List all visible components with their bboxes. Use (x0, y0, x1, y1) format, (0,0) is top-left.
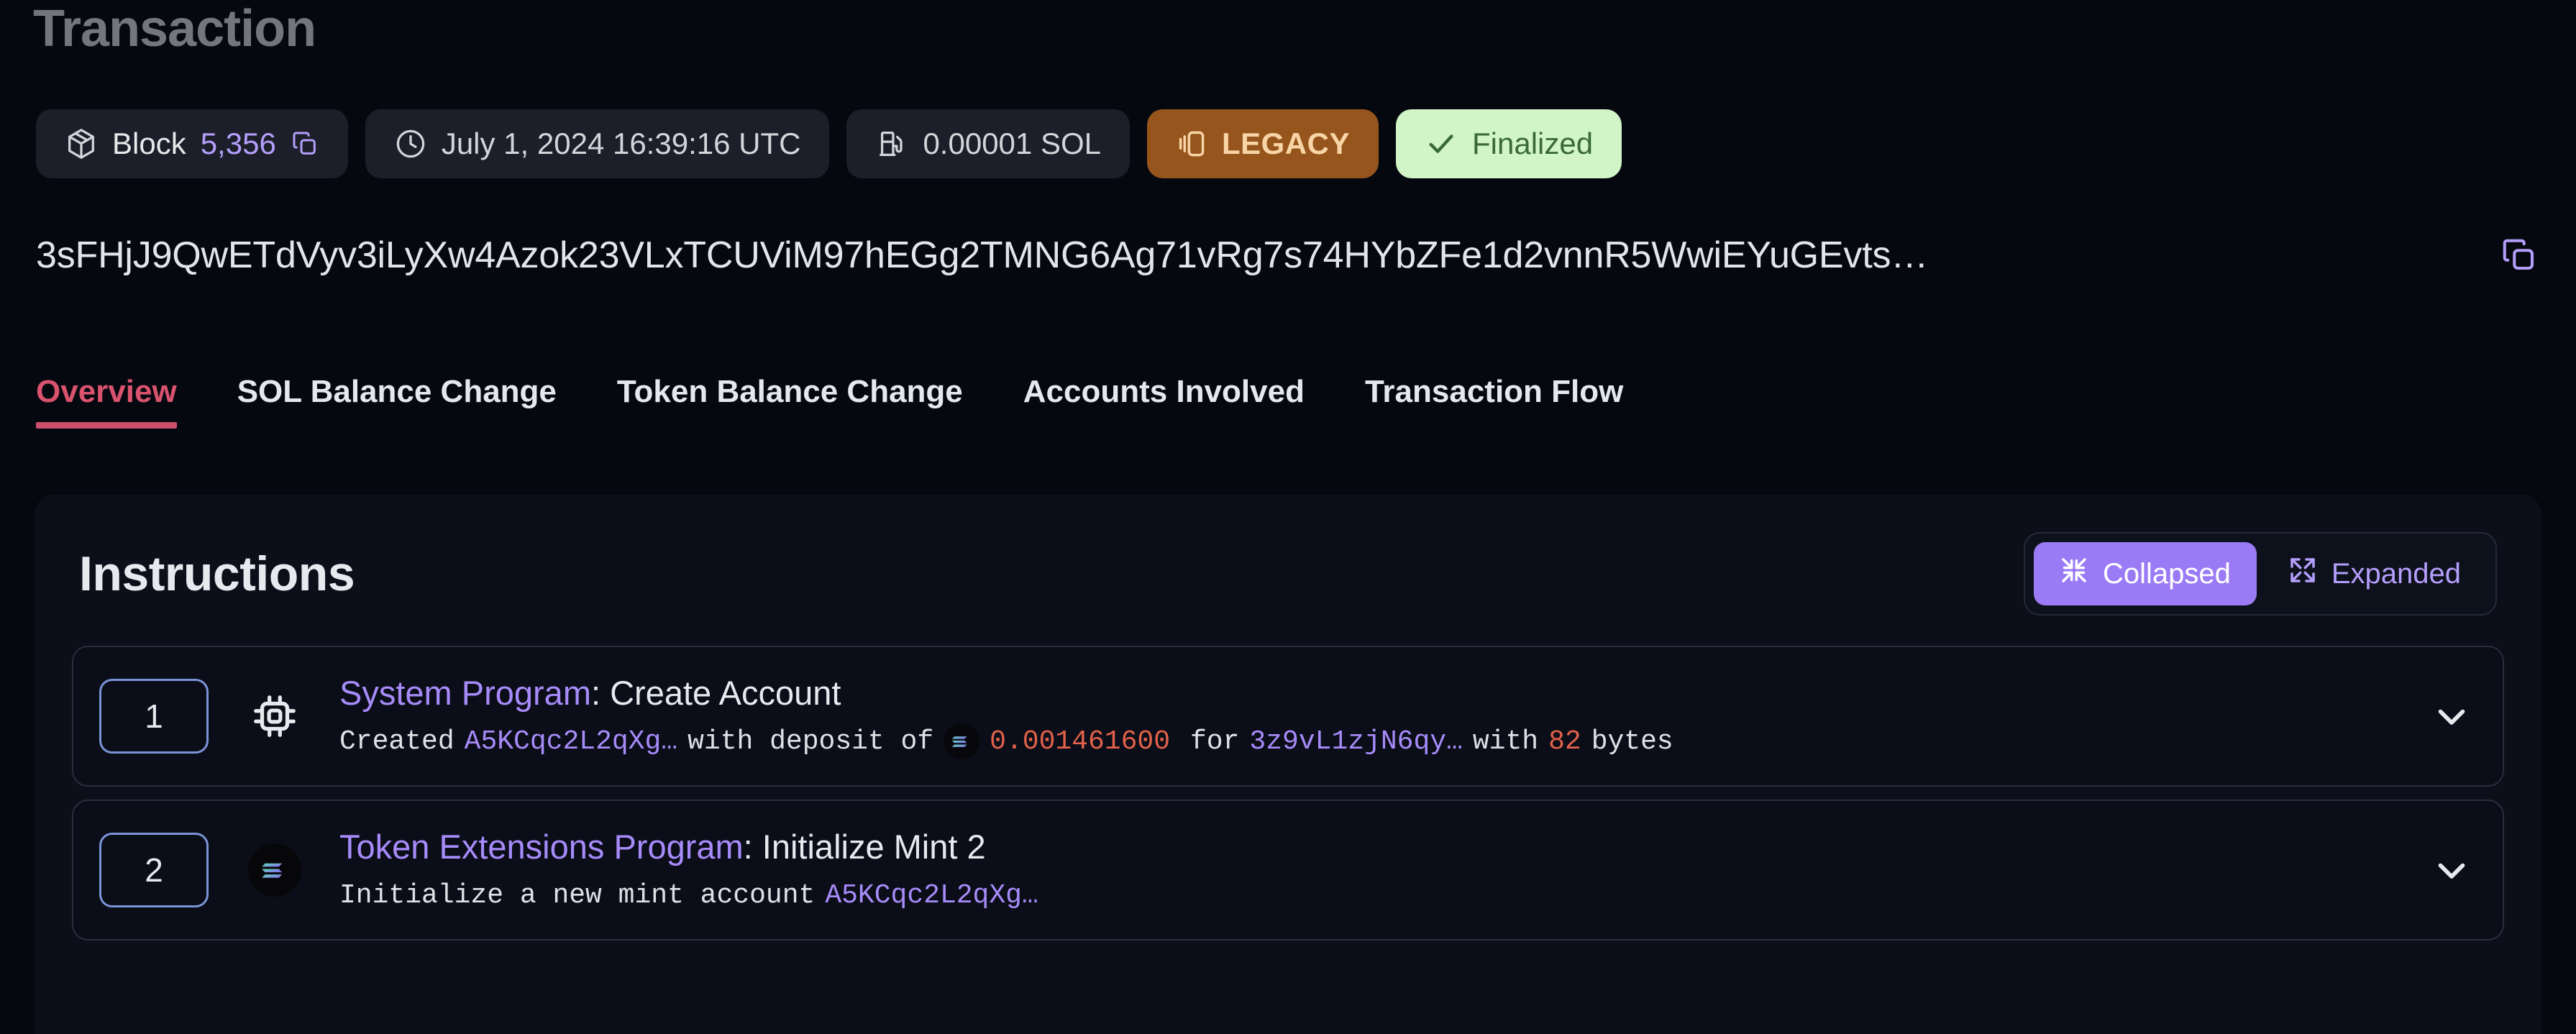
transaction-meta-badges: Block 5,356 July 1, 2024 16:39:16 UTC 0.… (36, 109, 1622, 178)
instruction-description: Created A5KCqc2L2qXg… with deposit of 0.… (339, 723, 2401, 760)
chevron-down-icon[interactable] (2429, 694, 2474, 738)
page-title: Transaction (33, 0, 316, 58)
instruction-row[interactable]: 1 System Program: Create Account Created… (72, 646, 2504, 787)
check-icon (1425, 127, 1458, 160)
gas-pump-icon (875, 127, 908, 160)
desc-text-5: bytes (1591, 726, 1673, 757)
status-badge: Finalized (1396, 109, 1622, 178)
tab-overview[interactable]: Overview (36, 374, 207, 429)
copy-icon[interactable] (2500, 236, 2539, 275)
view-mode-toggle: Collapsed Expanded (2023, 532, 2497, 616)
desc-text-1: Created (339, 726, 455, 757)
desc-address-2[interactable]: 3z9vL1zjN6qy… (1249, 723, 1462, 760)
tab-token-balance-change[interactable]: Token Balance Change (587, 374, 993, 429)
desc-text-1: Initialize a new mint account (339, 879, 816, 911)
tab-transaction-flow[interactable]: Transaction Flow (1335, 374, 1653, 429)
sol-coin-icon (242, 843, 308, 897)
sol-coin-icon (944, 723, 980, 760)
block-value: 5,356 (200, 127, 276, 160)
transaction-page: Transaction Block 5,356 July 1, 2024 16:… (0, 0, 2576, 1034)
collapsed-label: Collapsed (2102, 557, 2231, 590)
timestamp-value: July 1, 2024 16:39:16 UTC (441, 127, 801, 160)
status-value: Finalized (1472, 127, 1594, 160)
collapsed-view-button[interactable]: Collapsed (2033, 542, 2257, 605)
instruction-action: Create Account (610, 673, 841, 712)
program-name: Token Extensions Program (339, 827, 744, 866)
instruction-action: Initialize Mint 2 (762, 827, 986, 866)
block-badge[interactable]: Block 5,356 (36, 109, 348, 178)
clock-icon (394, 127, 427, 160)
expand-icon (2288, 556, 2317, 592)
version-badge: LEGACY (1146, 109, 1379, 178)
desc-address-1[interactable]: A5KCqc2L2qXg… (825, 877, 1038, 914)
desc-text-2: with deposit of (688, 726, 934, 757)
program-name: System Program (339, 673, 591, 712)
instructions-title: Instructions (79, 546, 355, 601)
timestamp-badge: July 1, 2024 16:39:16 UTC (365, 109, 830, 178)
chevron-down-icon[interactable] (2429, 848, 2474, 892)
transaction-tabs: Overview SOL Balance Change Token Balanc… (36, 374, 1653, 429)
instruction-description: Initialize a new mint account A5KCqc2L2q… (339, 877, 2401, 914)
instructions-header: Instructions Collapsed Expanded (35, 495, 2541, 616)
desc-text-4: with (1472, 726, 1539, 757)
desc-bytes-value: 82 (1548, 726, 1581, 757)
instruction-body: Token Extensions Program: Initialize Min… (339, 826, 2401, 914)
box-icon (65, 127, 98, 160)
desc-text-3: for (1190, 726, 1240, 757)
instruction-title: Token Extensions Program: Initialize Min… (339, 826, 2401, 869)
instructions-list: 1 System Program: Create Account Created… (35, 616, 2541, 941)
tab-accounts-involved[interactable]: Accounts Involved (993, 374, 1335, 429)
instruction-title: System Program: Create Account (339, 672, 2401, 715)
expanded-view-button[interactable]: Expanded (2262, 542, 2487, 605)
title-separator: : (590, 673, 611, 712)
copy-icon[interactable] (291, 129, 319, 158)
instructions-card: Instructions Collapsed Expanded 1 System… (35, 495, 2541, 1034)
instruction-number: 2 (99, 833, 209, 907)
transaction-signature: 3sFHjJ9QwETdVyv3iLyXw4Azok23VLxTCUViM97h… (36, 234, 1929, 276)
instruction-number: 1 (99, 679, 209, 754)
fee-value: 0.00001 SOL (923, 127, 1101, 160)
fee-badge: 0.00001 SOL (846, 109, 1130, 178)
collapse-icon (2060, 556, 2088, 592)
block-label: Block (112, 127, 186, 160)
version-value: LEGACY (1221, 127, 1350, 160)
tab-sol-balance-change[interactable]: SOL Balance Change (207, 374, 587, 429)
version-icon (1176, 128, 1207, 160)
title-separator: : (743, 827, 762, 866)
signature-row: 3sFHjJ9QwETdVyv3iLyXw4Azok23VLxTCUViM97h… (36, 234, 2539, 277)
deposit-amount: 0.001461600 (990, 726, 1170, 757)
desc-address-1[interactable]: A5KCqc2L2qXg… (465, 723, 677, 760)
chip-icon (242, 691, 308, 741)
instruction-body: System Program: Create Account Created A… (339, 672, 2401, 760)
instruction-row[interactable]: 2 Token Extensions Program: Initialize M… (72, 800, 2504, 941)
expanded-label: Expanded (2331, 557, 2461, 590)
